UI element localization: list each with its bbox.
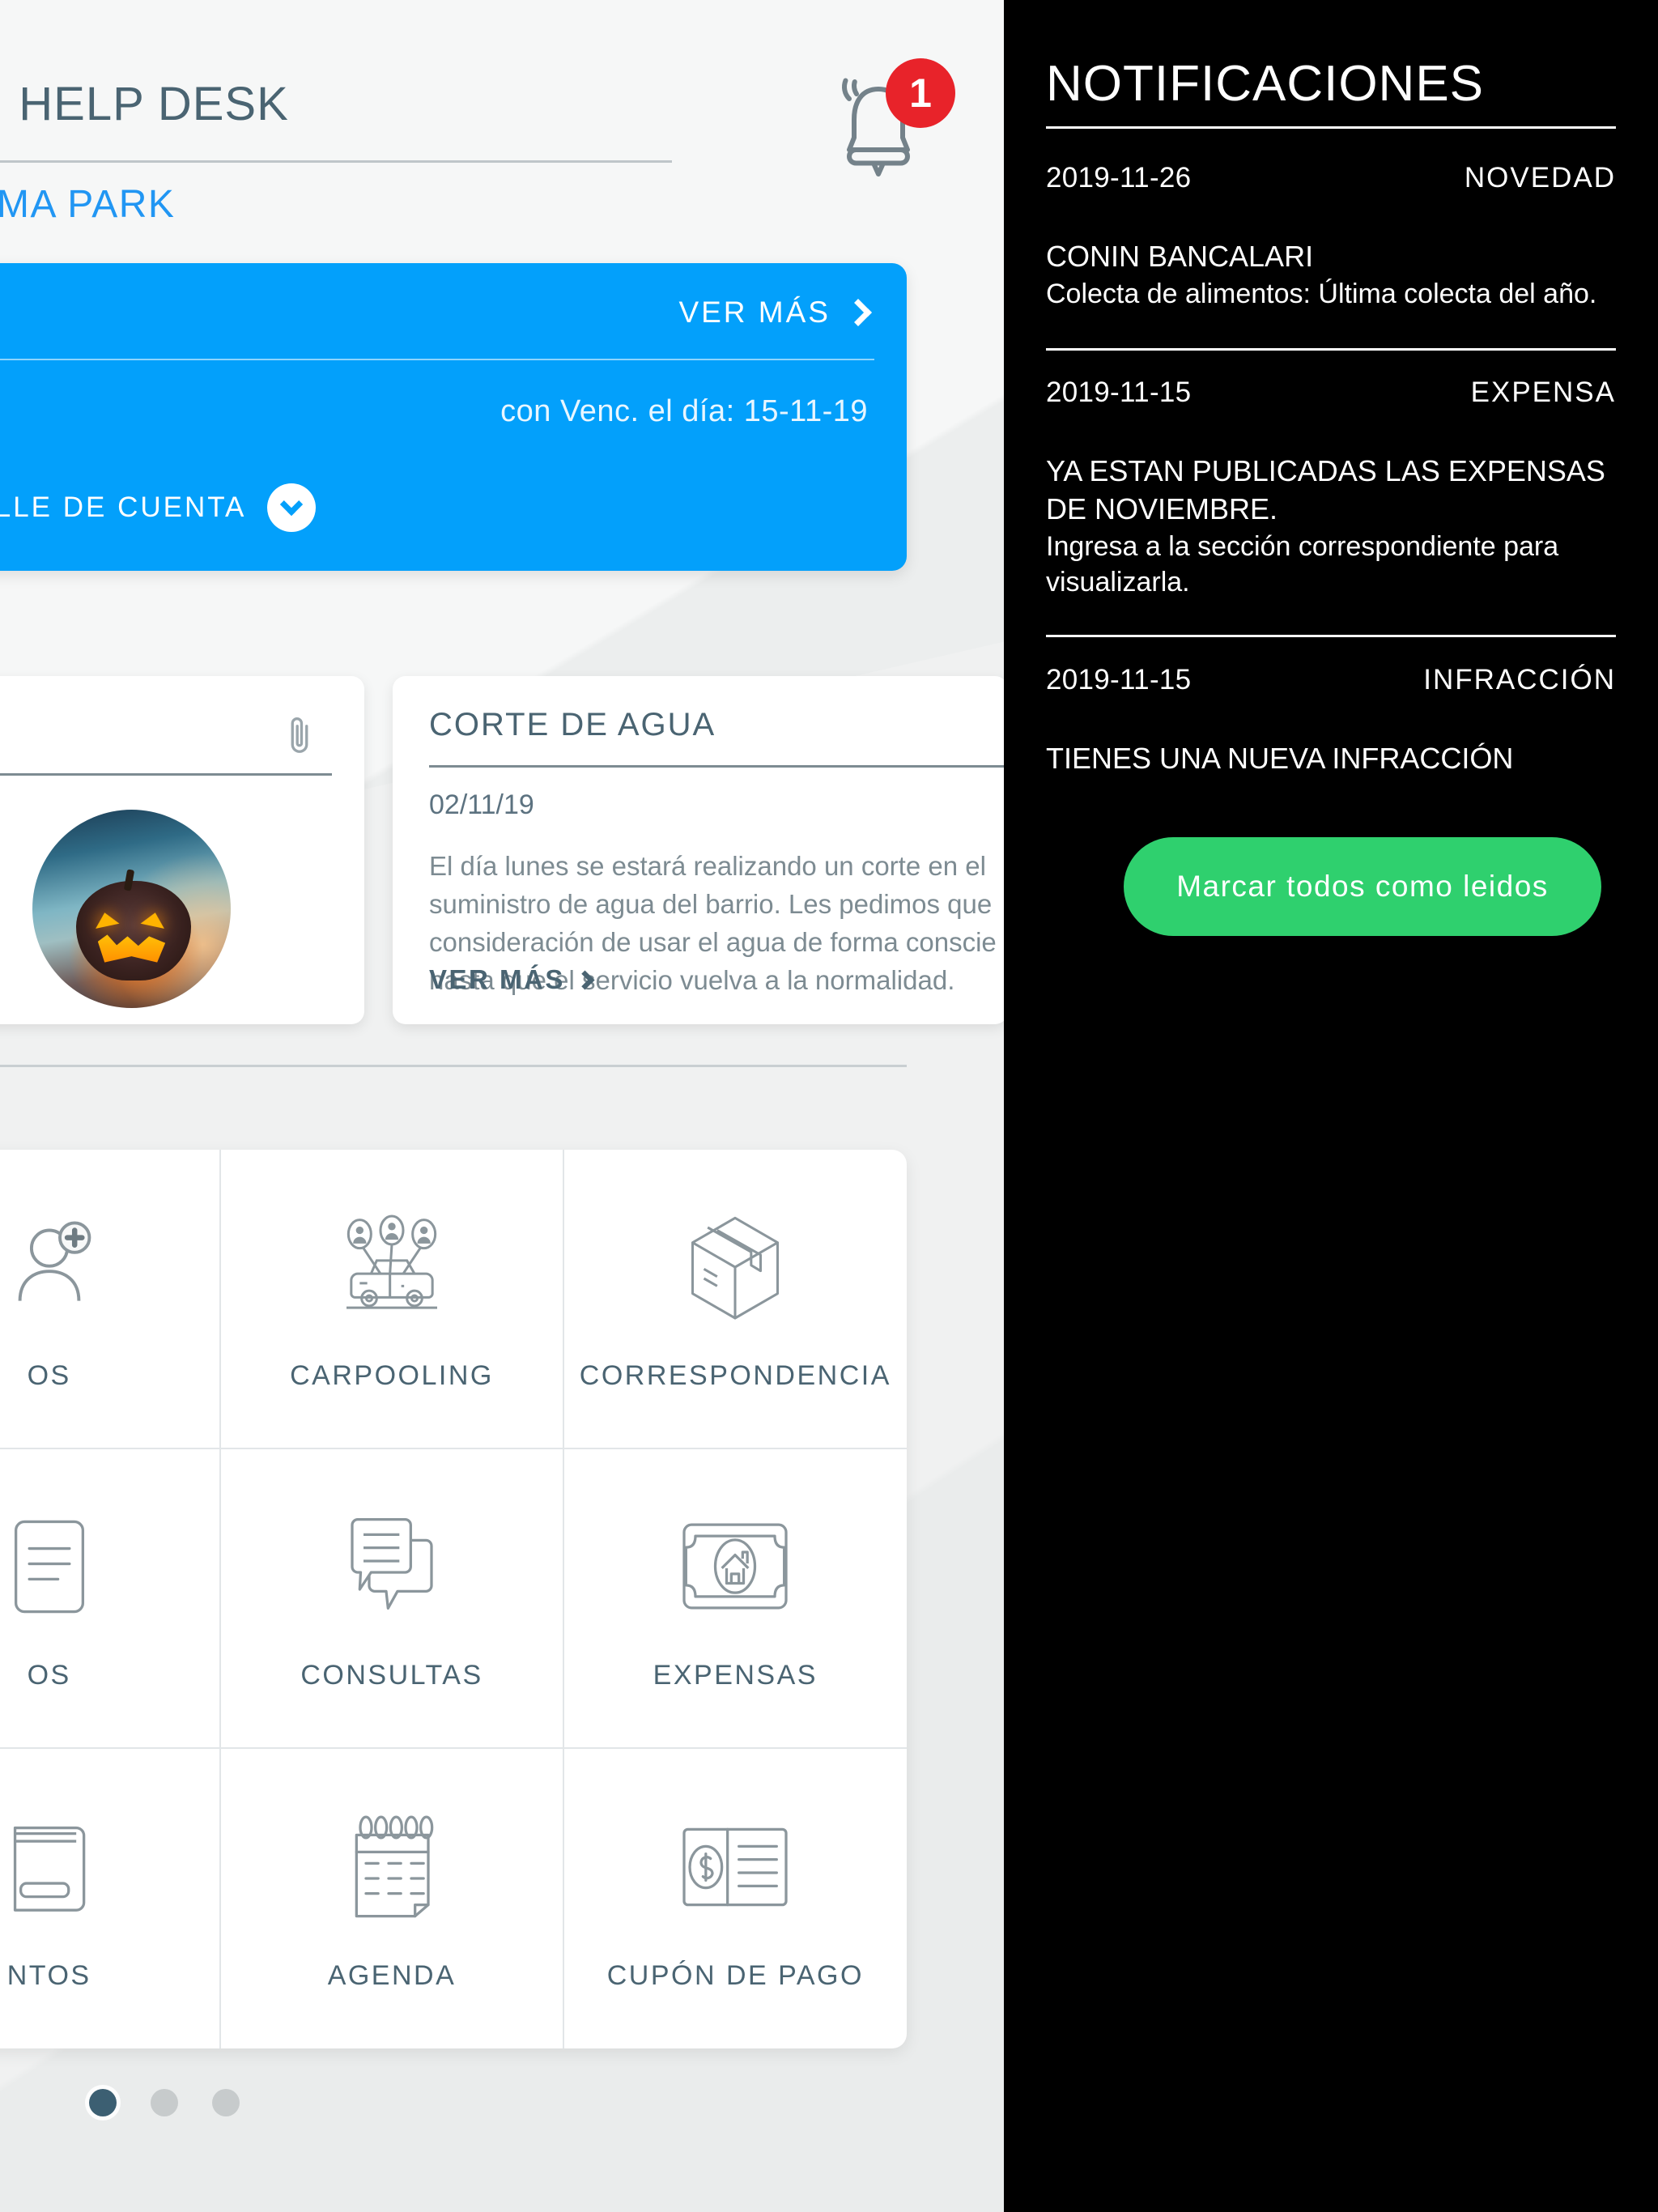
page-header: OLA, HELP DESK LEZAMA PARK 1 xyxy=(0,32,1004,227)
notification-badge-count: 1 xyxy=(886,58,955,128)
news-card-date: 02/11/19 xyxy=(429,789,534,820)
notification-type: EXPENSA xyxy=(1470,376,1616,408)
account-due-date: con Venc. el día: 15-11-19 xyxy=(500,394,868,428)
news-card-image xyxy=(32,810,231,1008)
menu-item-label: NTOS xyxy=(6,1959,91,1991)
news-card-title: CORTE DE AGUA xyxy=(429,707,716,742)
news-cards-row: CORTE DE AGUA 02/11/19 El día lunes se e… xyxy=(0,676,1004,1024)
notification-divider xyxy=(1046,348,1616,351)
menu-item-correspondencia[interactable]: CORRESPONDENCIA xyxy=(563,1150,907,1449)
news-card-attachment[interactable] xyxy=(0,676,364,1024)
notification-type: INFRACCIÓN xyxy=(1423,664,1616,696)
news-card-ver-mas-button[interactable]: VER MÁS xyxy=(429,964,595,995)
menu-item-expensas[interactable]: EXPENSAS xyxy=(563,1449,907,1749)
menu-grid: OS CARPOOLING CORRESPONDENCIA OS CONSULT… xyxy=(0,1150,907,2048)
paperclip-icon xyxy=(282,713,317,763)
account-ver-mas-label: VER MÁS xyxy=(678,296,831,329)
notification-item[interactable]: 2019-11-15 EXPENSA YA ESTAN PUBLICADAS L… xyxy=(1046,376,1616,600)
menu-item-label: CORRESPONDENCIA xyxy=(579,1359,891,1391)
menu-item-cupon-de-pago[interactable]: CUPÓN DE PAGO xyxy=(564,1749,907,2048)
news-card-ver-mas-label: VER MÁS xyxy=(429,964,565,994)
notification-date: 2019-11-15 xyxy=(1046,664,1192,696)
notifications-title-divider xyxy=(1046,126,1616,129)
package-icon xyxy=(674,1206,796,1328)
notification-title: YA ESTAN PUBLICADAS LAS EXPENSAS DE NOVI… xyxy=(1046,454,1605,525)
news-card-corte-de-agua[interactable]: CORTE DE AGUA 02/11/19 El día lunes se e… xyxy=(393,676,1004,1024)
notification-title: TIENES UNA NUEVA INFRACCIÓN xyxy=(1046,742,1514,775)
menu-item-label: CARPOOLING xyxy=(290,1359,494,1391)
account-summary-card[interactable]: VER MÁS con Venc. el día: 15-11-19 R DET… xyxy=(0,263,907,571)
main-content-panel: OLA, HELP DESK LEZAMA PARK 1 VER MÁS xyxy=(0,0,1004,2212)
menu-item-reglamentos[interactable]: NTOS xyxy=(0,1749,222,2048)
pagination-dot-3[interactable] xyxy=(212,2089,240,2116)
calendar-spiral-icon xyxy=(331,1806,453,1928)
menu-item-label: CUPÓN DE PAGO xyxy=(606,1959,864,1991)
carpooling-icon xyxy=(331,1206,453,1328)
notification-body: Colecta de alimentos: Última colecta del… xyxy=(1046,278,1597,309)
book-icon xyxy=(0,1806,110,1928)
section-divider xyxy=(0,1065,907,1067)
user-plus-icon xyxy=(0,1206,110,1328)
news-card-title-divider xyxy=(429,765,1004,768)
menu-item-label: OS xyxy=(27,1659,71,1691)
mark-all-read-button[interactable]: Marcar todos como leidos xyxy=(1124,837,1601,936)
news-card-divider xyxy=(0,773,332,776)
account-detail-toggle[interactable]: R DETALLE DE CUENTA xyxy=(0,483,317,532)
menu-item-agenda[interactable]: AGENDA xyxy=(221,1749,564,2048)
notification-item[interactable]: 2019-11-15 INFRACCIÓN TIENES UNA NUEVA I… xyxy=(1046,664,1616,778)
menu-item-label: AGENDA xyxy=(327,1959,457,1991)
account-ver-mas-button[interactable]: VER MÁS xyxy=(678,296,872,330)
payment-coupon-icon xyxy=(674,1806,796,1928)
menu-item-label: OS xyxy=(27,1359,71,1391)
menu-item-invitados[interactable]: OS xyxy=(0,1150,222,1449)
neighborhood-name: LEZAMA PARK xyxy=(0,183,176,226)
notifications-bell-button[interactable]: 1 xyxy=(818,58,955,186)
notification-item[interactable]: 2019-11-26 NOVEDAD CONIN BANCALARI Colec… xyxy=(1046,162,1616,312)
notification-body: Ingresa a la sección correspondiente par… xyxy=(1046,530,1559,598)
account-detail-label: R DETALLE DE CUENTA xyxy=(0,491,247,523)
menu-item-comunicados[interactable]: OS xyxy=(0,1449,222,1749)
document-lines-icon xyxy=(0,1506,110,1627)
notification-date: 2019-11-26 xyxy=(1046,162,1192,194)
menu-item-carpooling[interactable]: CARPOOLING xyxy=(221,1150,564,1449)
header-divider xyxy=(0,160,672,163)
chevron-down-icon xyxy=(267,483,317,532)
greeting-text: OLA, HELP DESK xyxy=(0,78,289,130)
app-screen: OLA, HELP DESK LEZAMA PARK 1 VER MÁS xyxy=(0,0,1658,2212)
notifications-title: NOTIFICACIONES xyxy=(1046,56,1485,112)
notification-title: CONIN BANCALARI xyxy=(1046,240,1314,273)
notifications-drawer: NOTIFICACIONES 2019-11-26 NOVEDAD CONIN … xyxy=(1004,0,1658,2212)
menu-item-label: CONSULTAS xyxy=(300,1659,483,1691)
notification-type: NOVEDAD xyxy=(1464,162,1616,194)
chevron-right-icon xyxy=(575,969,595,990)
pagination-dot-2[interactable] xyxy=(151,2089,178,2116)
account-card-divider xyxy=(0,359,874,360)
notification-divider xyxy=(1046,635,1616,637)
pagination-dots[interactable] xyxy=(89,2089,240,2116)
menu-item-consultas[interactable]: CONSULTAS xyxy=(221,1449,564,1749)
banknote-house-icon xyxy=(674,1506,796,1627)
chat-bubbles-icon xyxy=(331,1506,453,1627)
chevron-right-icon xyxy=(844,299,872,326)
pagination-dot-1[interactable] xyxy=(89,2089,117,2116)
menu-item-label: EXPENSAS xyxy=(653,1659,818,1691)
notification-date: 2019-11-15 xyxy=(1046,376,1192,408)
